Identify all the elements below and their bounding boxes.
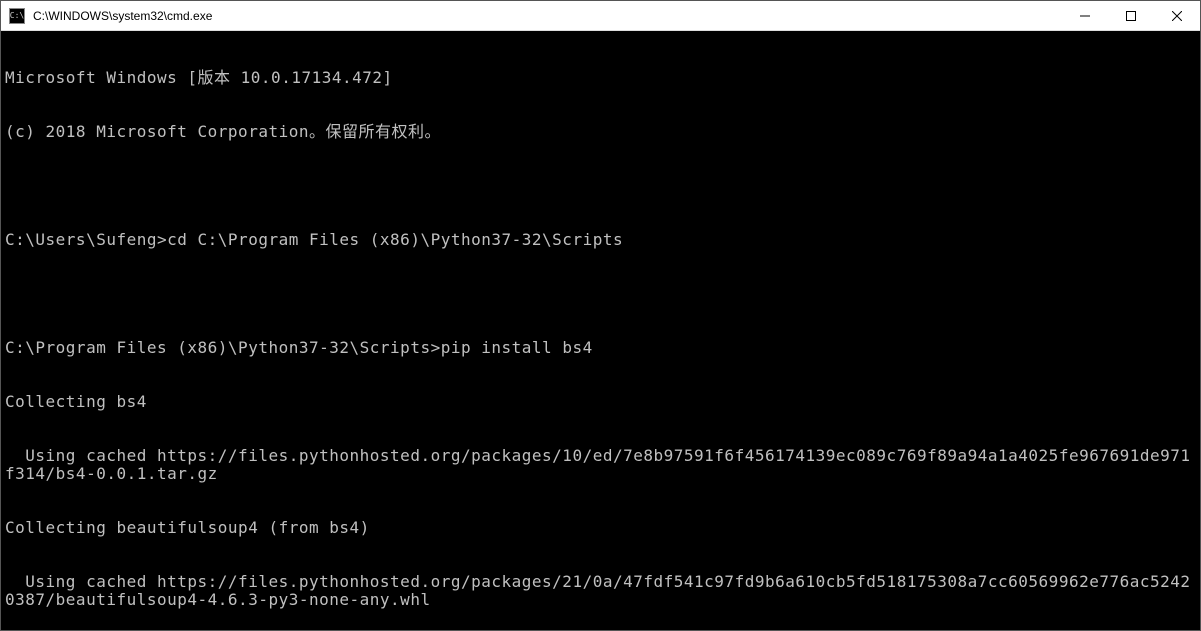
copyright-line: (c) 2018 Microsoft Corporation。保留所有权利。: [5, 123, 1196, 141]
blank-line: [5, 177, 1196, 195]
cmd-window: C:\ C:\WINDOWS\system32\cmd.exe Microsof…: [0, 0, 1201, 631]
titlebar-buttons: [1062, 1, 1200, 30]
output-line: Using cached https://files.pythonhosted.…: [5, 447, 1196, 483]
output-line: Collecting bs4: [5, 393, 1196, 411]
terminal-area[interactable]: Microsoft Windows [版本 10.0.17134.472] (c…: [1, 31, 1200, 630]
output-line: Using cached https://files.pythonhosted.…: [5, 573, 1196, 609]
cmd-1: cd C:\Program Files (x86)\Python37-32\Sc…: [167, 230, 623, 249]
command-line-2: C:\Program Files (x86)\Python37-32\Scrip…: [5, 339, 1196, 357]
app-icon-text: C:\: [10, 11, 24, 20]
prompt-1: C:\Users\Sufeng>: [5, 230, 167, 249]
maximize-button[interactable]: [1108, 1, 1154, 30]
close-button[interactable]: [1154, 1, 1200, 30]
minimize-icon: [1080, 11, 1090, 21]
blank-line: [5, 285, 1196, 303]
output-line: Collecting beautifulsoup4 (from bs4): [5, 519, 1196, 537]
app-icon: C:\: [9, 8, 25, 24]
close-icon: [1172, 11, 1182, 21]
titlebar[interactable]: C:\ C:\WINDOWS\system32\cmd.exe: [1, 1, 1200, 31]
maximize-icon: [1126, 11, 1136, 21]
minimize-button[interactable]: [1062, 1, 1108, 30]
command-line-1: C:\Users\Sufeng>cd C:\Program Files (x86…: [5, 231, 1196, 249]
window-title: C:\WINDOWS\system32\cmd.exe: [33, 9, 1062, 23]
cmd-2: pip install bs4: [441, 338, 593, 357]
prompt-2: C:\Program Files (x86)\Python37-32\Scrip…: [5, 338, 441, 357]
version-line: Microsoft Windows [版本 10.0.17134.472]: [5, 69, 1196, 87]
